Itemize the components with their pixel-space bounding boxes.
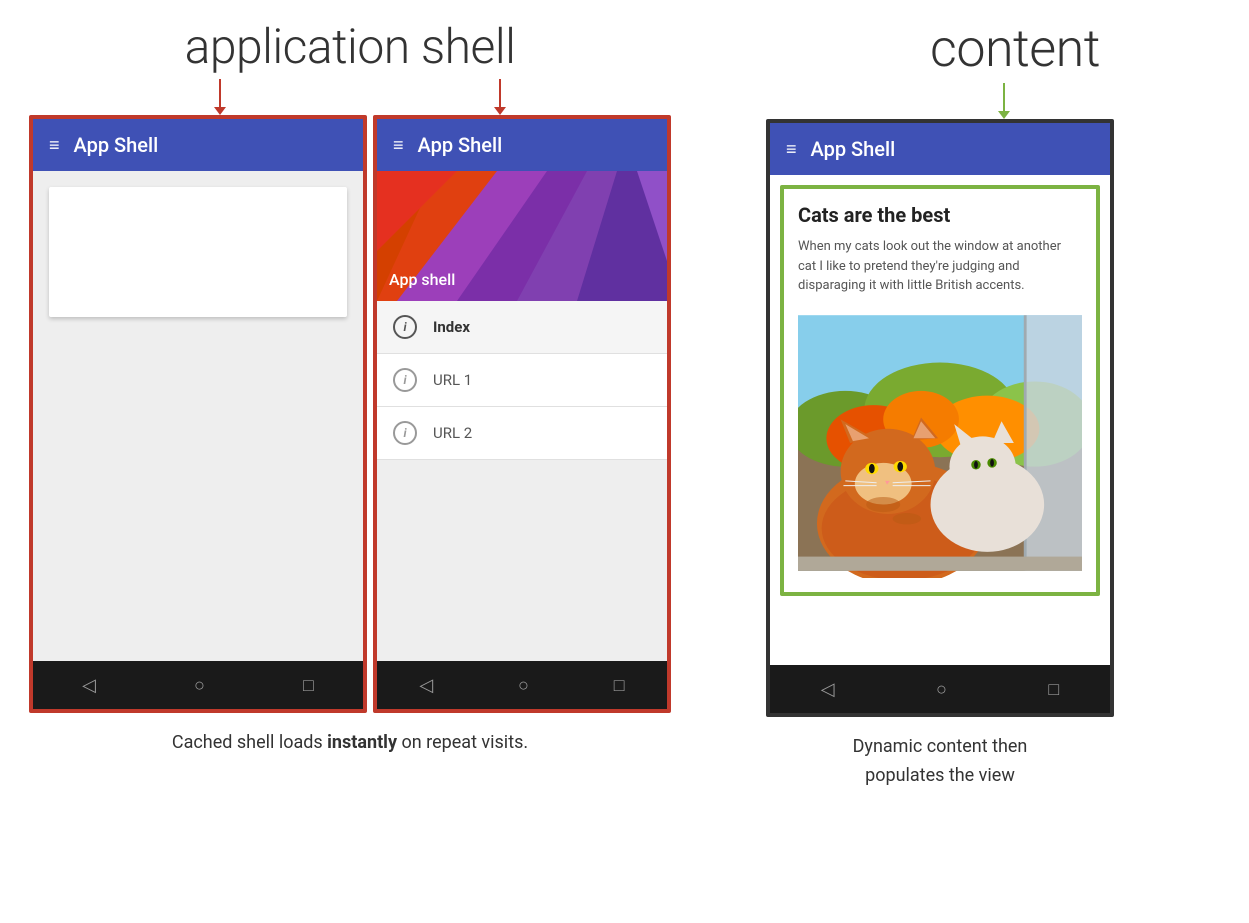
phone1-home-icon[interactable]: ○: [194, 675, 205, 696]
phone3-outline: ≡ App Shell Cats are the best When my ca…: [766, 119, 1114, 717]
left-arrow-line: [219, 79, 221, 107]
right-arrow-line: [499, 79, 501, 107]
phone3-title: App Shell: [811, 137, 896, 161]
application-shell-label: application shell: [185, 18, 516, 75]
phone3-nav-bar: ◁ ○ □: [770, 665, 1110, 713]
phone1-title: App Shell: [74, 133, 159, 157]
phone2-screen: ≡ App Shell: [377, 119, 667, 709]
phone2-content: App shell i Index i URL 1: [377, 171, 667, 661]
drawer-item-url1-icon: i: [393, 368, 417, 392]
phone1-content: [33, 171, 363, 661]
content-label: content: [930, 18, 1100, 79]
article-title: Cats are the best: [798, 203, 1082, 227]
phone1-outline: ≡ App Shell ◁ ○ □: [29, 115, 367, 713]
phone2-nav-bar: ◁ ○ □: [377, 661, 667, 709]
phone1-nav-bar: ◁ ○ □: [33, 661, 363, 709]
caption-right: Dynamic content thenpopulates the view: [853, 733, 1028, 791]
right-arrow-head: [494, 107, 506, 115]
phone1-back-icon[interactable]: ◁: [82, 675, 96, 696]
phone2-recent-icon[interactable]: □: [614, 675, 625, 696]
drawer-item-index[interactable]: i Index: [377, 301, 667, 354]
drawer-header: App shell: [377, 171, 667, 301]
drawer-item-index-label: Index: [433, 318, 470, 336]
phone2-app-bar: ≡ App Shell: [377, 119, 667, 171]
phone3-home-icon[interactable]: ○: [936, 679, 947, 700]
cat-image: [798, 308, 1082, 578]
caption-left: Cached shell loads instantly on repeat v…: [172, 729, 528, 756]
drawer-item-url1-label: URL 1: [433, 371, 472, 389]
drawer-item-url2[interactable]: i URL 2: [377, 407, 667, 460]
article-body: When my cats look out the window at anot…: [798, 237, 1082, 296]
content-arrow-line: [1003, 83, 1005, 111]
phone2-drawer: App shell i Index i URL 1: [377, 171, 667, 661]
phone3-screen: ≡ App Shell Cats are the best When my ca…: [770, 123, 1110, 713]
left-arrow-head: [214, 107, 226, 115]
phone3-recent-icon[interactable]: □: [1048, 679, 1059, 700]
phone2-back-icon[interactable]: ◁: [419, 675, 433, 696]
phone3-content: Cats are the best When my cats look out …: [770, 175, 1110, 665]
phone2-outline: ≡ App Shell: [373, 115, 671, 713]
phone2-home-icon[interactable]: ○: [518, 675, 529, 696]
phone1-card: [49, 187, 347, 317]
phone3-app-bar: ≡ App Shell: [770, 123, 1110, 175]
content-arrow-head: [998, 111, 1010, 119]
drawer-item-url2-icon: i: [393, 421, 417, 445]
phone1-recent-icon[interactable]: □: [303, 675, 314, 696]
drawer-header-text: App shell: [389, 270, 455, 289]
drawer-item-url2-label: URL 2: [433, 424, 472, 442]
phone1-app-bar: ≡ App Shell: [33, 119, 363, 171]
phone2-title: App Shell: [418, 133, 503, 157]
phone3-back-icon[interactable]: ◁: [821, 679, 835, 700]
phone2-hamburger-icon: ≡: [393, 135, 402, 156]
phone3-hamburger-icon: ≡: [786, 139, 795, 160]
phone1-hamburger-icon: ≡: [49, 135, 58, 156]
drawer-item-index-icon: i: [393, 315, 417, 339]
phone3-content-card: Cats are the best When my cats look out …: [780, 185, 1100, 596]
drawer-item-url1[interactable]: i URL 1: [377, 354, 667, 407]
phone1-screen: ≡ App Shell ◁ ○ □: [33, 119, 363, 709]
